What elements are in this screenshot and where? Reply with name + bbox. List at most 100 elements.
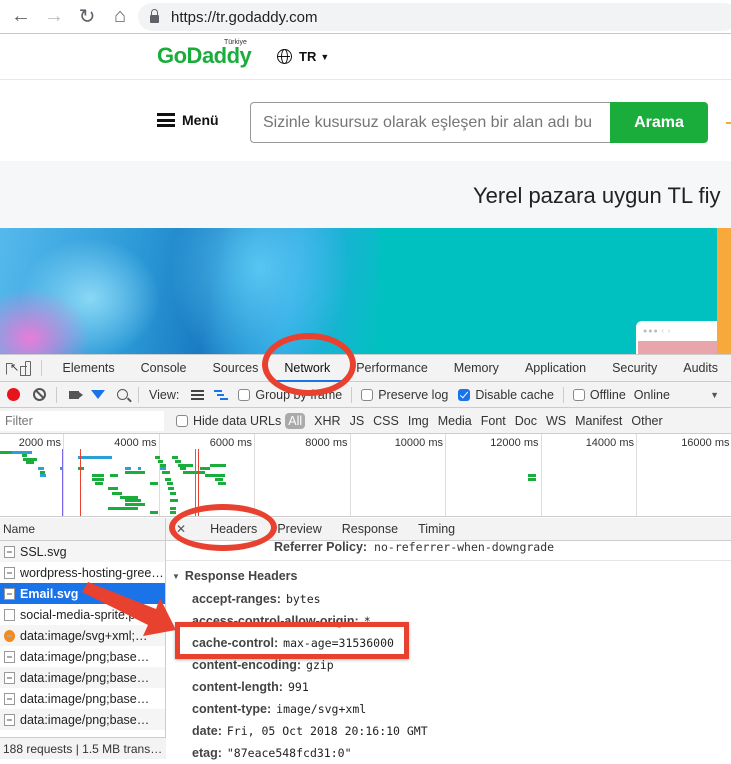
godaddy-logo[interactable]: GoDaddy: [157, 43, 252, 69]
type-filter-font[interactable]: Font: [481, 414, 506, 428]
divider: [138, 386, 139, 403]
screenshot-camera-icon[interactable]: [69, 390, 83, 399]
tab-sources[interactable]: Sources: [200, 355, 272, 382]
domain-search-input[interactable]: [263, 113, 603, 132]
preserve-log-checkbox[interactable]: Preserve log: [361, 388, 448, 402]
type-filter-manifest[interactable]: Manifest: [575, 414, 622, 428]
filter-icon[interactable]: [91, 390, 105, 399]
caret-down-icon[interactable]: ▼: [710, 390, 719, 400]
network-toolbar: View: Group by frame Preserve log Disabl…: [0, 382, 731, 408]
large-rows-icon[interactable]: [191, 389, 205, 400]
tab-console[interactable]: Console: [128, 355, 200, 382]
png-file-icon: [4, 713, 15, 726]
waterfall-bar: [528, 478, 536, 481]
request-name: wordpress-hosting-gree…: [20, 565, 164, 580]
request-row[interactable]: wordpress-hosting-gree…: [0, 562, 165, 583]
disable-cache-checkbox[interactable]: Disable cache: [458, 388, 554, 402]
header-row: date: Fri, 05 Oct 2018 20:16:10 GMT: [166, 720, 731, 742]
hide-data-urls-checkbox[interactable]: Hide data URLs: [176, 414, 281, 428]
tab-response[interactable]: Response: [332, 522, 408, 536]
url-text[interactable]: https://tr.godaddy.com: [171, 9, 317, 26]
type-filter-all[interactable]: All: [285, 412, 306, 429]
search-button[interactable]: Arama: [610, 102, 708, 143]
tab-performance[interactable]: Performance: [343, 355, 441, 382]
checkbox[interactable]: [361, 388, 374, 401]
png-file-icon: [4, 650, 15, 663]
request-row[interactable]: data:image/png;base…: [0, 667, 165, 688]
language-selector[interactable]: TR ▼: [277, 49, 329, 64]
back-button[interactable]: ←: [9, 5, 33, 29]
waterfall-bar: [40, 474, 46, 477]
language-code: TR: [299, 49, 317, 64]
png-file-icon: [4, 671, 15, 684]
home-button[interactable]: ⌂: [108, 5, 132, 29]
waterfall-bar: [218, 482, 226, 485]
waterfall-bar: [78, 467, 84, 470]
waterfall-bar: [92, 474, 104, 477]
close-icon[interactable]: ✕: [176, 522, 186, 536]
address-bar[interactable]: https://tr.godaddy.com: [138, 3, 731, 31]
tab-headers[interactable]: Headers: [200, 522, 267, 536]
header-row: accept-ranges: bytes: [166, 588, 731, 610]
checkbox[interactable]: [176, 414, 188, 427]
group-by-frame-checkbox[interactable]: Group by frame: [238, 388, 342, 402]
type-filter-xhr[interactable]: XHR: [314, 414, 340, 428]
record-icon[interactable]: [7, 388, 20, 401]
request-row[interactable]: data:image/png;base…: [0, 688, 165, 709]
request-row[interactable]: data:image/png;base…: [0, 646, 165, 667]
request-row[interactable]: Email.svg: [0, 583, 165, 604]
tab-audits[interactable]: Audits: [670, 355, 731, 382]
checkbox-checked[interactable]: [458, 388, 471, 401]
response-headers-toggle[interactable]: ▼ Response Headers: [166, 564, 731, 588]
search-icon[interactable]: [117, 389, 128, 400]
device-toolbar-icon[interactable]: [20, 360, 32, 376]
type-filter-js[interactable]: JS: [350, 414, 365, 428]
waterfall-bar: [160, 467, 166, 470]
request-name: data:image/png;base…: [20, 712, 150, 727]
request-detail: ✕ Headers Preview Response Timing Referr…: [166, 518, 731, 760]
tab-preview[interactable]: Preview: [267, 522, 331, 536]
overview-waterfall-icon[interactable]: [214, 389, 229, 400]
waterfall-bar: [26, 461, 34, 464]
checkbox[interactable]: [238, 388, 251, 401]
reload-button[interactable]: ↻: [75, 5, 99, 29]
type-filter-doc[interactable]: Doc: [515, 414, 537, 428]
tab-network[interactable]: Network: [271, 355, 344, 382]
tab-application[interactable]: Application: [512, 355, 599, 382]
timeline-event-marker: [62, 449, 63, 516]
checkbox[interactable]: [572, 388, 585, 401]
request-name: data:image/png;base…: [20, 649, 150, 664]
request-row[interactable]: social-media-sprite.p…: [0, 604, 165, 625]
network-panes: Name SSL.svg wordpress-hosting-gree… Email…: [0, 518, 731, 760]
type-filter-other[interactable]: Other: [631, 414, 662, 428]
home-icon: ⌂: [113, 5, 127, 27]
header-row: etag: "87eace548fcd31:0": [166, 742, 731, 764]
tab-memory[interactable]: Memory: [441, 355, 512, 382]
request-row[interactable]: data:image/png;base…: [0, 709, 165, 730]
forward-button[interactable]: →: [42, 5, 66, 29]
divider: [41, 360, 42, 376]
request-row[interactable]: data:image/svg+xml;…: [0, 625, 165, 646]
offline-label: Offline: [589, 387, 626, 402]
tab-security[interactable]: Security: [599, 355, 670, 382]
browser-toolbar: ← → ↻ ⌂ https://tr.godaddy.com: [0, 0, 731, 34]
request-row[interactable]: SSL.svg: [0, 541, 165, 562]
clear-icon[interactable]: [33, 388, 46, 401]
inspect-element-icon[interactable]: [6, 361, 19, 375]
type-filter-media[interactable]: Media: [438, 414, 472, 428]
tab-elements[interactable]: Elements: [50, 355, 128, 382]
offline-checkbox[interactable]: Offline: [572, 387, 626, 402]
request-name: SSL.svg: [20, 544, 67, 559]
filter-input[interactable]: [0, 410, 164, 431]
network-overview-timeline[interactable]: 2000 ms 4000 ms 6000 ms 8000 ms 10000 ms 1200…: [0, 434, 731, 517]
menu-button[interactable]: Menü: [157, 112, 219, 128]
timeline-gridline: [636, 434, 637, 516]
type-filter-css[interactable]: CSS: [373, 414, 399, 428]
type-filter-ws[interactable]: WS: [546, 414, 566, 428]
name-column-header[interactable]: Name: [0, 518, 165, 541]
type-filter-img[interactable]: Img: [408, 414, 429, 428]
timeline-gridline: [445, 434, 446, 516]
header-row-highlighted: cache-control: max-age=31536000: [166, 632, 731, 654]
tab-timing[interactable]: Timing: [408, 522, 465, 536]
throttling-select[interactable]: Online: [634, 388, 670, 402]
